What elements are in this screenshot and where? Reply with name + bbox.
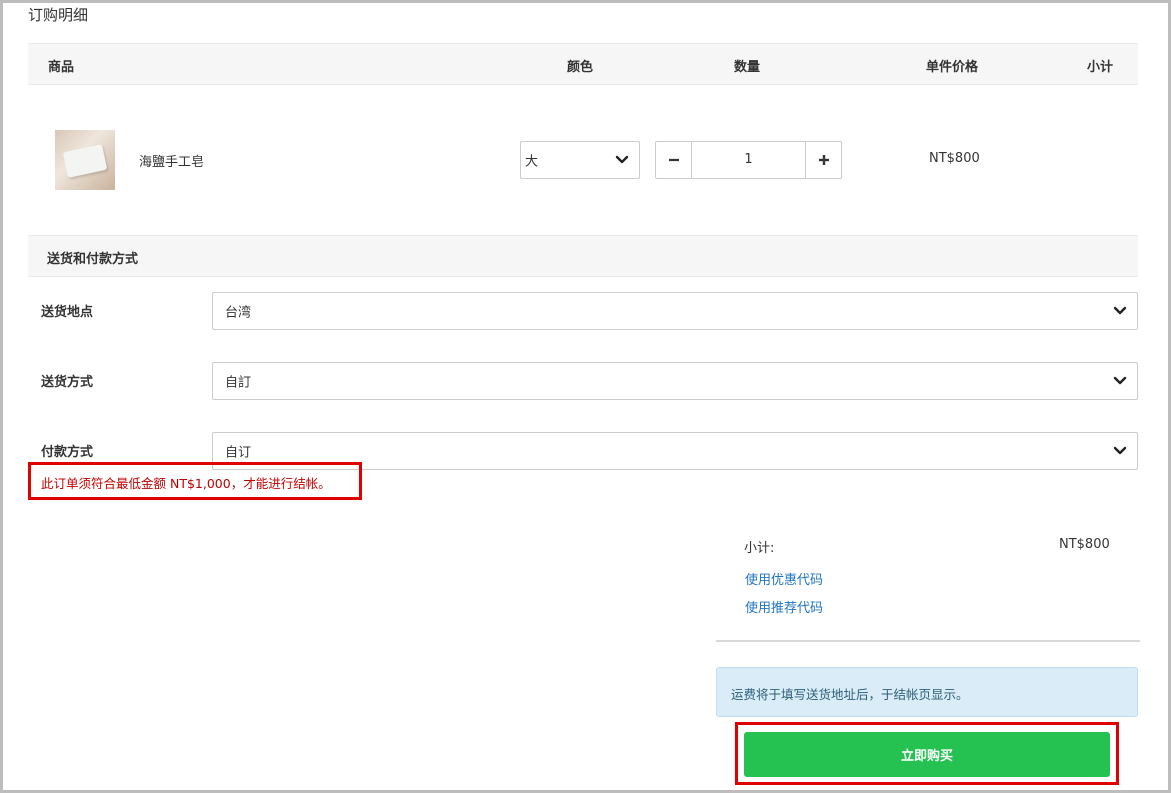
shipping-payment-header: 送货和付款方式 <box>28 235 1138 277</box>
column-color: 颜色 <box>567 60 594 75</box>
shipping-location-select[interactable]: 台湾 <box>212 292 1138 330</box>
order-details-title: 订购明细 <box>28 6 89 24</box>
minus-icon <box>668 158 679 162</box>
increase-quantity-button[interactable] <box>805 142 841 178</box>
quantity-input[interactable]: 1 <box>692 142 805 178</box>
shipping-method-select[interactable]: 自訂 <box>212 362 1138 400</box>
product-thumbnail[interactable] <box>55 130 115 190</box>
referral-code-link[interactable]: 使用推荐代码 <box>745 597 823 616</box>
color-select[interactable]: 大 <box>520 141 640 179</box>
decrease-quantity-button[interactable] <box>656 142 692 178</box>
minimum-order-error: 此订单须符合最低金额 NT$1,000，才能进行结帐。 <box>41 476 331 491</box>
quantity-stepper[interactable]: 1 <box>655 141 842 179</box>
buy-now-button[interactable]: 立即购买 <box>744 732 1110 777</box>
column-unit-price: 单件价格 <box>926 60 979 75</box>
chevron-down-icon <box>1113 446 1127 455</box>
shipping-fee-notice-text: 运费将于填写送货地址后，于结帐页显示。 <box>731 687 969 702</box>
shipping-location-value: 台湾 <box>225 305 252 321</box>
color-select-value: 大 <box>525 154 539 170</box>
chevron-down-icon <box>615 155 629 164</box>
shipping-method-label: 送货方式 <box>41 375 94 390</box>
chevron-down-icon <box>1113 376 1127 385</box>
shipping-payment-title: 送货和付款方式 <box>47 252 139 267</box>
summary-divider <box>716 640 1140 642</box>
shipping-location-label: 送货地点 <box>41 305 94 320</box>
subtotal-value: NT$800 <box>1059 537 1110 552</box>
subtotal-label: 小计: <box>744 541 775 556</box>
payment-method-label: 付款方式 <box>41 445 94 460</box>
column-quantity: 数量 <box>734 60 761 75</box>
order-table-header: 商品 颜色 数量 单件价格 小计 <box>28 43 1138 85</box>
coupon-code-link[interactable]: 使用优惠代码 <box>745 569 823 588</box>
column-product: 商品 <box>48 60 75 75</box>
shipping-method-value: 自訂 <box>225 375 252 391</box>
plus-icon <box>818 155 829 165</box>
column-subtotal: 小计 <box>1087 60 1114 75</box>
shipping-fee-notice: 运费将于填写送货地址后，于结帐页显示。 <box>716 667 1138 717</box>
unit-price: NT$800 <box>929 151 980 166</box>
payment-method-value: 自订 <box>225 445 252 461</box>
product-name: 海鹽手工皂 <box>139 155 205 170</box>
chevron-down-icon <box>1113 306 1127 315</box>
